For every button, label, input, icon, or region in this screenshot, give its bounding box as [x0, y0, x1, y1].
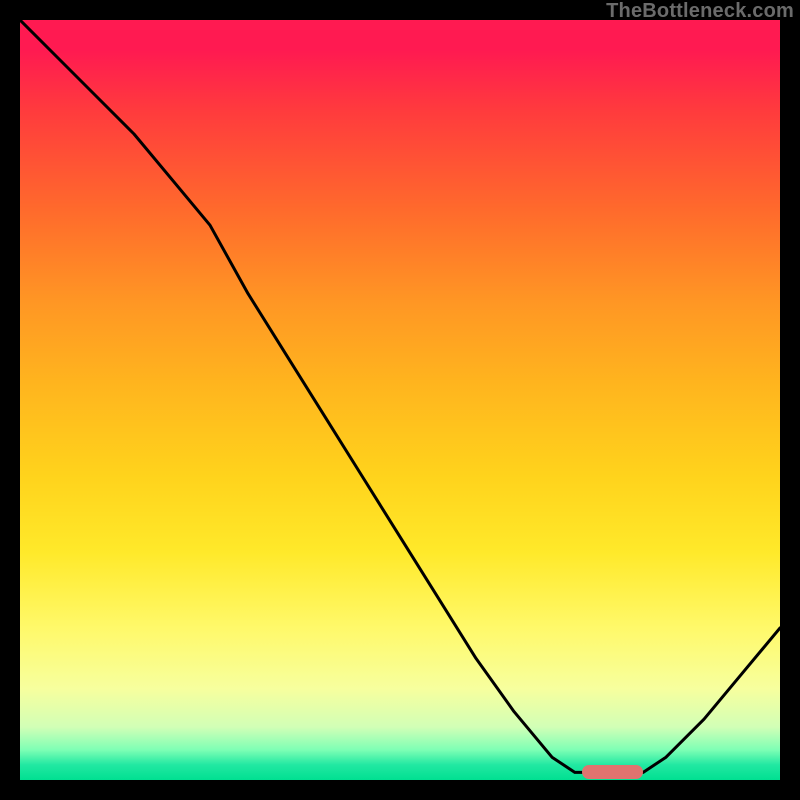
valley-marker [582, 765, 643, 779]
bottleneck-curve-path [20, 20, 780, 772]
curve-svg [20, 20, 780, 780]
chart-frame: TheBottleneck.com [0, 0, 800, 800]
plot-area [20, 20, 780, 780]
